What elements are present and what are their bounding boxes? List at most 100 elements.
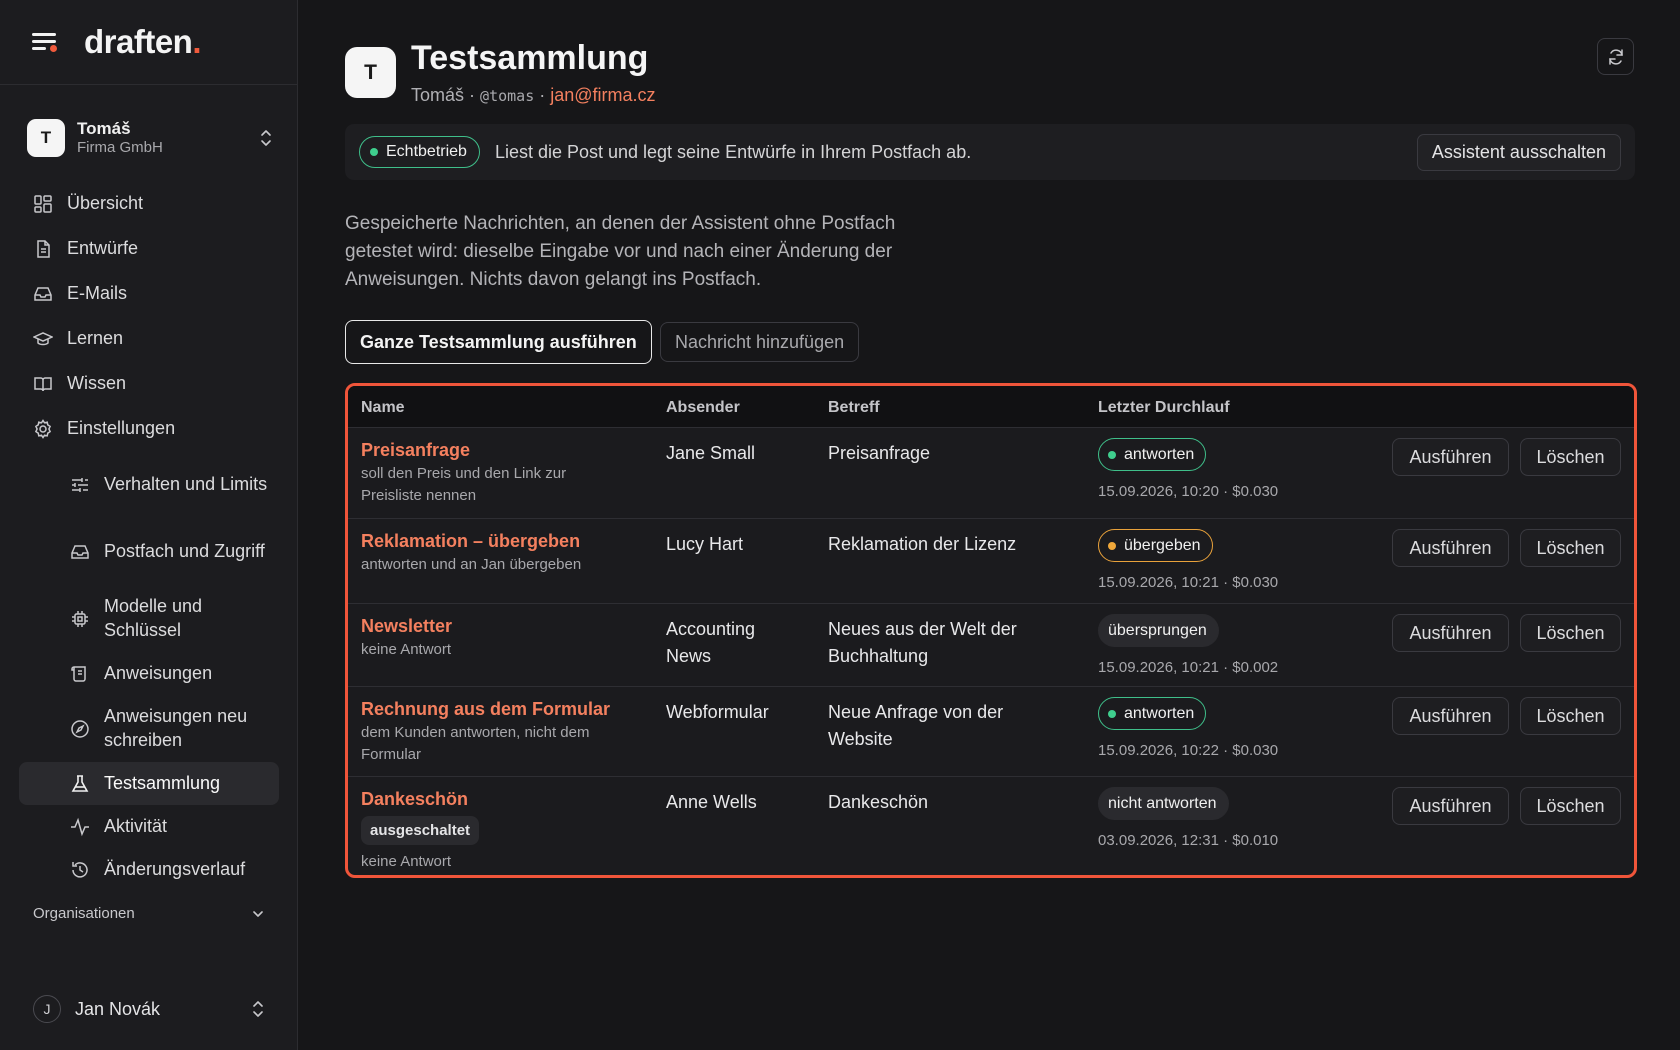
sidebar-item-label: Anweisungen	[104, 662, 213, 683]
sidebar-item-learn[interactable]: Lernen	[19, 316, 279, 361]
test-note: soll den Preis und den Link zur Preislis…	[361, 465, 567, 504]
chevron-up-down-icon	[253, 1001, 263, 1017]
sidebar-nav: Übersicht Entwürfe E-Mails Lernen Wissen…	[19, 181, 279, 891]
sidebar-item-label: E-Mails	[67, 283, 128, 303]
app-logo[interactable]: draften.	[84, 23, 201, 61]
sidebar-item-rewrite[interactable]: Anweisungen neu schreiben	[19, 695, 279, 762]
run-all-tests-button[interactable]: Ganze Testsammlung ausführen	[345, 320, 652, 364]
test-sender: Anne Wells	[666, 792, 757, 812]
run-test-button[interactable]: Ausführen	[1392, 438, 1509, 476]
delete-test-button[interactable]: Löschen	[1520, 614, 1621, 652]
sidebar-item-activity[interactable]: Aktivität	[19, 805, 279, 848]
account-avatar: T	[27, 119, 65, 157]
dashboard-icon	[34, 194, 52, 213]
page-description: Gespeicherte Nachrichten, an denen der A…	[345, 213, 896, 290]
run-test-button[interactable]: Ausführen	[1392, 614, 1509, 652]
sidebar-item-behavior[interactable]: Verhalten und Limits	[19, 451, 279, 518]
add-message-button[interactable]: Nachricht hinzufügen	[660, 322, 860, 362]
account-org: Firma GmbH	[77, 139, 163, 157]
sidebar-item-overview[interactable]: Übersicht	[19, 181, 279, 226]
organizations-toggle[interactable]: Organisationen	[33, 905, 265, 922]
column-last-run: Letzter Durchlauf	[1098, 399, 1230, 416]
test-name-link[interactable]: Rechnung aus dem Formular	[361, 699, 631, 720]
column-name: Name	[361, 399, 405, 416]
inbox-icon	[34, 286, 52, 301]
run-test-button[interactable]: Ausführen	[1392, 529, 1509, 567]
page-header: T Testsammlung Tomáš · @tomas · jan@firm…	[345, 39, 656, 106]
assistant-avatar: T	[345, 47, 396, 98]
delete-test-button[interactable]: Löschen	[1520, 787, 1621, 825]
sidebar-item-label: Verhalten und Limits	[104, 473, 268, 494]
test-subject: Neue Anfrage von der Website	[828, 702, 1004, 749]
menu-icon[interactable]	[32, 31, 60, 53]
inbox-icon	[71, 544, 89, 559]
test-name-link[interactable]: Newsletter	[361, 616, 631, 637]
sidebar-item-testsuite[interactable]: Testsammlung	[19, 762, 279, 805]
sidebar-item-settings[interactable]: Einstellungen	[19, 406, 279, 451]
refresh-button[interactable]	[1597, 38, 1634, 75]
delete-test-button[interactable]: Löschen	[1520, 697, 1621, 735]
last-run-meta: 15.09.2026, 10:21 · $0.002	[1098, 659, 1279, 676]
test-subject: Neues aus der Welt der Buchhaltung	[828, 619, 1017, 666]
assistant-handle: @tomas	[480, 87, 535, 106]
result-label: antworten	[1124, 704, 1195, 722]
table-header: Name Absender Betreff Letzter Durchlauf	[348, 386, 1634, 428]
column-sender: Absender	[666, 399, 740, 416]
sidebar-header: draften.	[0, 0, 297, 85]
run-test-button[interactable]: Ausführen	[1392, 787, 1509, 825]
logo-text: draften	[84, 23, 193, 60]
test-name-link[interactable]: Dankeschön	[361, 789, 631, 810]
user-name: Jan Novák	[75, 998, 161, 1019]
sidebar-item-mailbox[interactable]: Postfach und Zugriff	[19, 518, 279, 585]
run-test-button[interactable]: Ausführen	[1392, 697, 1509, 735]
sidebar-item-instructions[interactable]: Anweisungen	[19, 652, 279, 695]
test-sender: Lucy Hart	[666, 534, 744, 554]
graduation-cap-icon	[33, 331, 53, 345]
result-label: übersprungen	[1108, 621, 1207, 639]
sidebar-item-label: Modelle und Schlüssel	[104, 596, 203, 640]
document-icon	[37, 239, 50, 258]
sidebar-item-models[interactable]: Modelle und Schlüssel	[19, 585, 279, 652]
chevron-up-down-icon	[261, 130, 271, 146]
sidebar-item-label: Einstellungen	[67, 418, 176, 438]
test-table: Name Absender Betreff Letzter Durchlauf …	[345, 383, 1637, 878]
sidebar-item-label: Anweisungen neu schreiben	[104, 706, 248, 750]
sidebar: draften. T Tomáš Firma GmbH Übersicht En…	[0, 0, 298, 1050]
test-subject: Dankeschön	[828, 792, 929, 812]
separator: ·	[539, 85, 546, 106]
user-avatar: J	[33, 995, 61, 1023]
result-badge: nicht antworten	[1098, 787, 1229, 820]
assistant-email-link[interactable]: jan@firma.cz	[550, 85, 655, 105]
sidebar-item-label: Wissen	[67, 373, 127, 393]
refresh-icon	[1608, 48, 1623, 65]
test-note: keine Antwort	[361, 641, 452, 658]
disable-assistant-button[interactable]: Assistent ausschalten	[1416, 134, 1621, 171]
sidebar-item-label: Entwürfe	[67, 238, 139, 258]
account-name: Tomáš	[77, 119, 131, 138]
sliders-icon	[72, 477, 88, 492]
user-menu[interactable]: J Jan Novák	[33, 994, 265, 1024]
test-name-link[interactable]: Reklamation – übergeben	[361, 531, 631, 552]
delete-test-button[interactable]: Löschen	[1520, 529, 1621, 567]
sidebar-item-label: Übersicht	[67, 193, 144, 213]
sidebar-item-drafts[interactable]: Entwürfe	[19, 226, 279, 271]
table-row: Reklamation – übergeben antworten und an…	[348, 519, 1634, 604]
table-row: Preisanfrage soll den Preis und den Link…	[348, 428, 1634, 519]
account-switcher[interactable]: T Tomáš Firma GmbH	[27, 116, 273, 160]
sidebar-item-emails[interactable]: E-Mails	[19, 271, 279, 316]
table-row: Rechnung aus dem Formular dem Kunden ant…	[348, 687, 1634, 777]
sidebar-item-label: Lernen	[67, 328, 124, 348]
sidebar-item-history[interactable]: Änderungsverlauf	[19, 848, 279, 891]
flask-icon	[71, 774, 89, 792]
sidebar-item-knowledge[interactable]: Wissen	[19, 361, 279, 406]
result-label: nicht antworten	[1108, 794, 1217, 812]
result-badge: antworten	[1098, 438, 1207, 471]
test-sender: Jane Small	[666, 443, 756, 463]
chevron-down-icon	[253, 910, 263, 917]
sidebar-item-label: Aktivität	[104, 815, 168, 836]
delete-test-button[interactable]: Löschen	[1520, 438, 1621, 476]
chip-icon	[72, 610, 88, 627]
separator: ·	[469, 85, 476, 106]
test-name-link[interactable]: Preisanfrage	[361, 440, 631, 461]
sidebar-item-label: Postfach und Zugriff	[104, 540, 265, 561]
